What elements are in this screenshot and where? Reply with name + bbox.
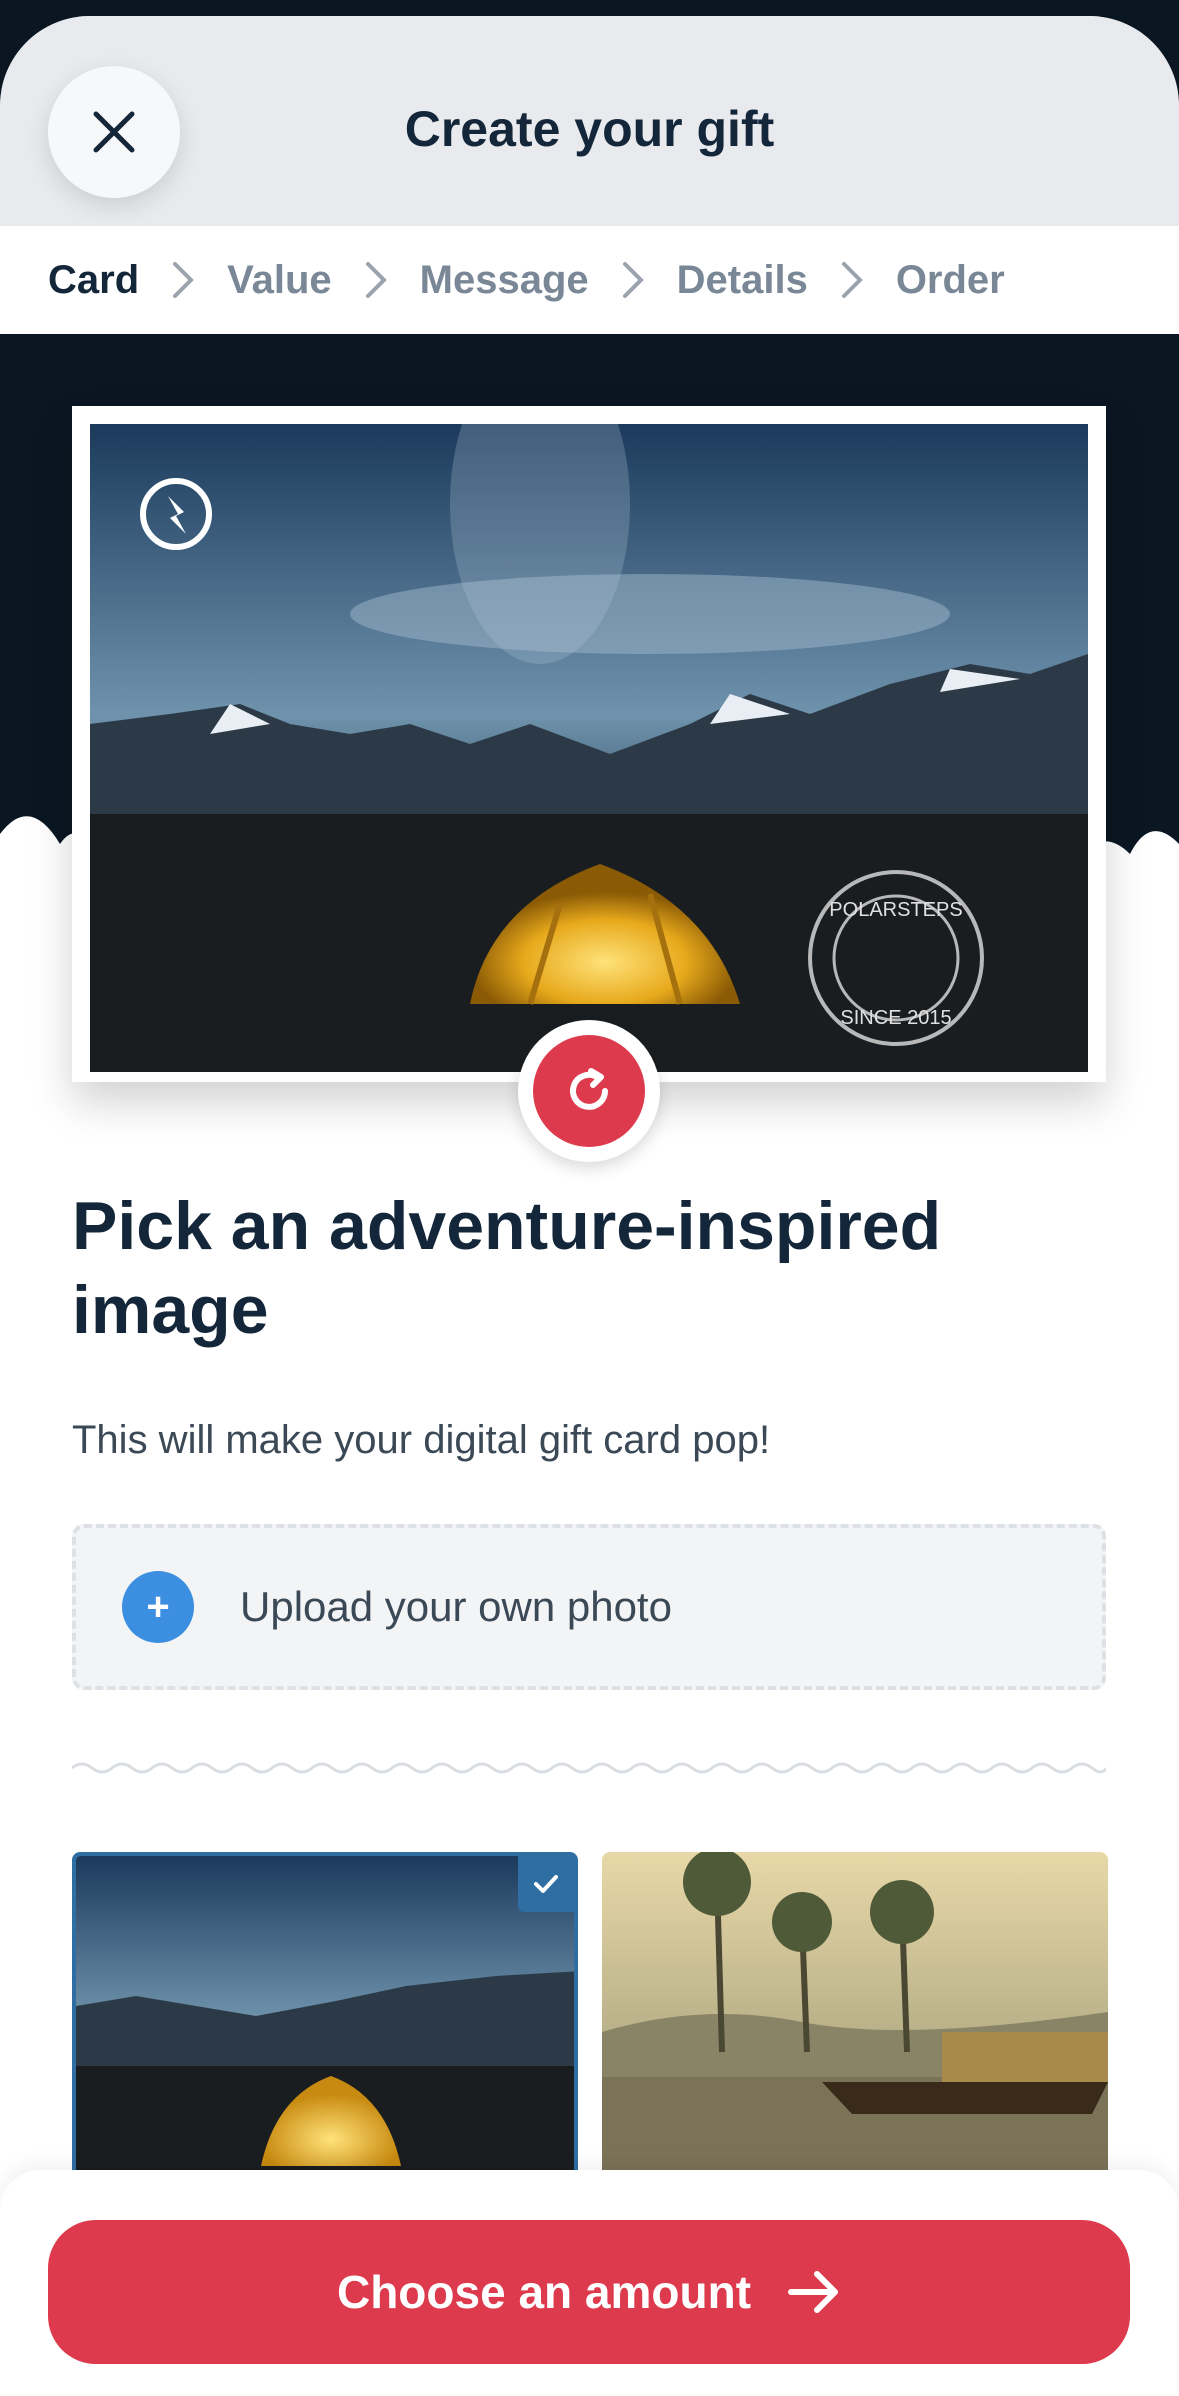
plus-icon: +	[122, 1571, 194, 1643]
choose-amount-button[interactable]: Choose an amount	[48, 2220, 1130, 2364]
stamp-text-top: POLARSTEPS	[829, 899, 962, 921]
upload-photo-button[interactable]: + Upload your own photo	[72, 1524, 1106, 1690]
step-card[interactable]: Card	[48, 258, 139, 303]
gallery-item-night-tent[interactable]	[72, 1852, 578, 2182]
arrow-right-icon	[788, 2271, 839, 2313]
stamp-text-bottom: SINCE 2015	[840, 1007, 951, 1029]
step-breadcrumb: Card Value Message Details Order	[0, 226, 1179, 334]
section-subtitle: This will make your digital gift card po…	[72, 1418, 771, 1462]
section-heading: Pick an adventure-inspired image	[72, 1188, 942, 1348]
gift-card-image: POLARSTEPS SINCE 2015	[90, 424, 1088, 1072]
chevron-right-icon	[161, 258, 205, 302]
footer-bar: Choose an amount	[0, 2170, 1179, 2396]
step-details[interactable]: Details	[677, 258, 808, 303]
wavy-divider	[72, 1762, 1106, 1774]
step-value[interactable]: Value	[227, 258, 332, 303]
header: Create your gift	[0, 16, 1179, 226]
chevron-right-icon	[830, 258, 874, 302]
step-order[interactable]: Order	[896, 258, 1005, 303]
gift-card-preview: POLARSTEPS SINCE 2015	[72, 406, 1106, 1082]
page-title: Create your gift	[404, 101, 775, 157]
gallery-item-backwaters[interactable]	[602, 1852, 1108, 2182]
polarsteps-logo-icon	[140, 478, 212, 550]
shuffle-image-button[interactable]	[518, 1020, 660, 1162]
step-message[interactable]: Message	[420, 258, 589, 303]
selected-check-icon	[518, 1856, 574, 1912]
refresh-icon	[570, 1068, 608, 1110]
upload-label: Upload your own photo	[240, 1583, 672, 1630]
chevron-right-icon	[611, 258, 655, 302]
gift-sheet: Create your gift Card Value Message Deta…	[0, 16, 1179, 2396]
chevron-right-icon	[354, 258, 398, 302]
cta-label: Choose an amount	[336, 2266, 752, 2318]
